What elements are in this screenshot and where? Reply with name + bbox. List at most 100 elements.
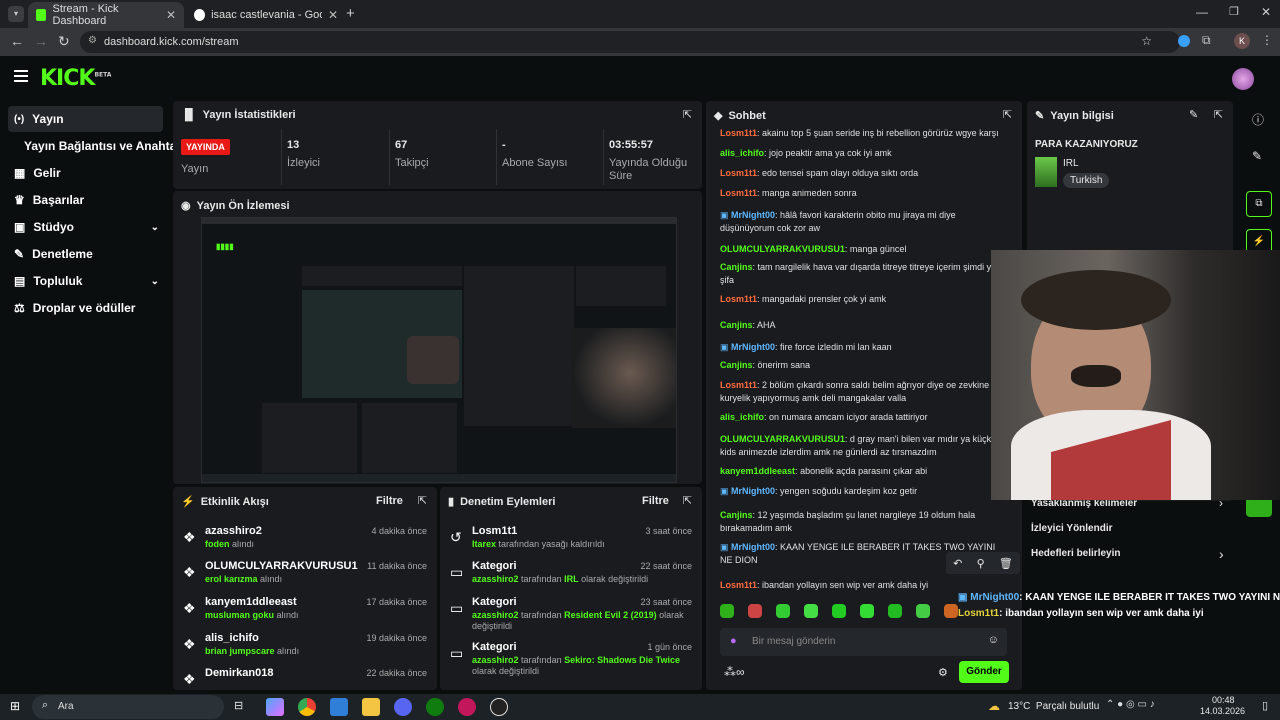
profile-avatar[interactable]: K [1234,33,1250,49]
chat-message[interactable]: Losm1t1: edo tensei spam olayı olduya sı… [720,167,1010,180]
chat-username[interactable]: MrNight00 [731,342,775,352]
chat-username[interactable]: MrNight00 [731,486,775,496]
extension-icon[interactable] [1178,35,1190,47]
microphone-icon[interactable]: ● [730,635,737,647]
chat-message[interactable]: ▣ MrNight00: fire force izledin mi lan k… [720,341,1010,354]
points-icon[interactable]: ⁂∞ [724,665,745,679]
send-button[interactable]: Gönder [959,661,1009,683]
back-icon[interactable]: ← [10,33,24,49]
chat-message[interactable]: Losm1t1: mangadaki prensler çok yi amk [720,293,1010,306]
chrome-icon[interactable] [298,698,316,716]
chat-settings-icon[interactable]: ⚙ [938,666,948,679]
app-icon[interactable] [458,698,476,716]
close-tab-icon[interactable]: ✕ [166,8,176,22]
sidebar-item-revenue[interactable]: ▦ Gelir [8,160,163,186]
edit-icon[interactable]: ✎ [1189,108,1198,121]
discord-icon[interactable] [394,698,412,716]
emote-icon[interactable] [776,604,790,618]
action-set-goals[interactable]: Hedefleri belirleyin [1031,548,1120,559]
tab-google-search[interactable]: isaac castlevania - Google'da A ✕ [186,2,346,28]
clip-icon[interactable]: ⧉ [1246,191,1272,217]
sidebar-item-stream-key[interactable]: Yayın Bağlantısı ve Anahtarı [8,133,184,159]
site-info-icon[interactable]: ⚙ [88,35,97,46]
tag-badge[interactable]: Turkish [1063,173,1110,188]
chat-username[interactable]: alis_ichifo [720,412,764,422]
chat-username[interactable]: Canjins [720,262,753,272]
delete-icon[interactable]: 🗑 [999,557,1013,570]
popout-icon[interactable]: ⇱ [418,494,427,507]
pencil-icon[interactable]: ✎ [1252,149,1262,163]
forward-icon[interactable]: → [34,33,48,49]
popout-icon[interactable]: ⇱ [1003,108,1012,121]
windows-start-icon[interactable]: ⊞ [10,699,20,713]
notification-icon[interactable]: ▯ [1262,699,1268,712]
info-icon[interactable]: ⓘ [1252,111,1264,128]
chat-message[interactable]: Losm1t1: manga animeden sonra [720,187,1010,200]
app-icon[interactable] [330,698,348,716]
emote-icon[interactable] [916,604,930,618]
emote-icon[interactable] [804,604,818,618]
tray-icons[interactable]: ⌃ ● ◎ ▭ ♪ [1106,699,1155,710]
taskbar-search[interactable]: ⌕ Ara [32,695,224,719]
restore-icon[interactable]: ❐ [1229,5,1239,18]
tab-kick-dashboard[interactable]: Stream - Kick Dashboard ✕ [28,2,184,28]
filter-button[interactable]: Filtre [376,495,403,507]
emote-icon[interactable] [720,604,734,618]
obs-icon[interactable] [490,698,508,716]
emote-icon[interactable] [888,604,902,618]
chat-username[interactable]: Losm1t1 [720,380,757,390]
chat-message[interactable]: alis_ichifo: on numara amcam iciyor arad… [720,411,1010,424]
minimize-icon[interactable]: — [1196,5,1208,19]
task-view-icon[interactable]: ⊟ [234,699,243,712]
tab-menu-icon[interactable]: ▾ [8,6,24,22]
reload-icon[interactable]: ↻ [58,33,70,50]
chat-username[interactable]: alis_ichifo [720,148,764,158]
url-field[interactable]: ⚙ dashboard.kick.com/stream ☆ [80,31,1180,53]
chat-username[interactable]: Losm1t1 [720,168,757,178]
new-tab-icon[interactable]: + [346,5,355,22]
sidebar-item-stream[interactable]: (•) Yayın [8,106,163,132]
browser-menu-icon[interactable]: ⋮ [1261,33,1273,47]
hamburger-menu-icon[interactable] [14,70,28,82]
chat-message[interactable]: ▣ MrNight00: yengen soğudu kardeşim koz … [720,485,1010,498]
chat-input[interactable]: ● Bir mesaj gönderin ☺ [720,628,1007,656]
user-avatar[interactable] [1232,68,1254,90]
chat-message[interactable]: OLUMCULYARRAKVURUSU1: d gray man'i bilen… [720,433,1010,459]
emoji-icon[interactable]: ☺ [988,634,999,646]
chat-message[interactable]: alis_ichifo: jojo peaktir ama ya cok iyi… [720,147,1010,160]
chat-message[interactable]: kanyem1ddleeast: abonelik açda parasını … [720,465,1010,478]
preview-video[interactable]: ▮▮▮▮ [201,217,677,483]
chat-message[interactable]: Canjins: önerirm sana [720,359,1010,372]
chat-message[interactable]: Losm1t1: akainu top 5 şuan seride inş bi… [720,127,1010,140]
file-explorer-icon[interactable] [362,698,380,716]
emote-icon[interactable] [748,604,762,618]
popout-icon[interactable]: ⇱ [683,108,692,121]
filter-button[interactable]: Filtre [642,495,669,507]
chat-message[interactable]: ▣ MrNight00: hâlâ favori karakterin obit… [720,209,1010,235]
clock-date[interactable]: 14.03.2026 [1200,706,1245,716]
reply-icon[interactable]: ↶ [953,557,962,570]
sidebar-item-community[interactable]: ▤ Topluluk ⌄ [8,268,163,294]
chat-username[interactable]: OLUMCULYARRAKVURUSU1 [720,434,845,444]
popout-icon[interactable]: ⇱ [1214,108,1223,121]
emote-icon[interactable] [860,604,874,618]
xbox-icon[interactable] [426,698,444,716]
pin-icon[interactable]: ⚲ [977,557,985,570]
copilot-icon[interactable] [266,698,284,716]
chat-message[interactable]: Losm1t1: ibandan yollayın sen wip ver am… [720,579,1010,592]
emote-icon[interactable] [832,604,846,618]
chat-username[interactable]: kanyem1ddleeast [720,466,795,476]
chat-message[interactable]: Canjins: 12 yaşımda başladım şu lanet na… [720,509,1010,535]
chat-message[interactable]: Canjins: AHA [720,319,1010,332]
close-tab-icon[interactable]: ✕ [328,8,338,22]
chat-username[interactable]: Canjins [720,320,753,330]
chat-username[interactable]: MrNight00 [731,210,775,220]
chat-message[interactable]: OLUMCULYARRAKVURUSU1: manga güncel [720,243,1010,256]
action-redirect-viewers[interactable]: İzleyici Yönlendir [1031,523,1113,534]
close-window-icon[interactable]: ✕ [1261,5,1271,19]
emote-icon[interactable] [944,604,958,618]
popout-icon[interactable]: ⇱ [683,494,692,507]
chat-username[interactable]: Canjins [720,510,753,520]
chat-username[interactable]: MrNight00 [731,542,775,552]
chat-username[interactable]: Losm1t1 [720,128,757,138]
